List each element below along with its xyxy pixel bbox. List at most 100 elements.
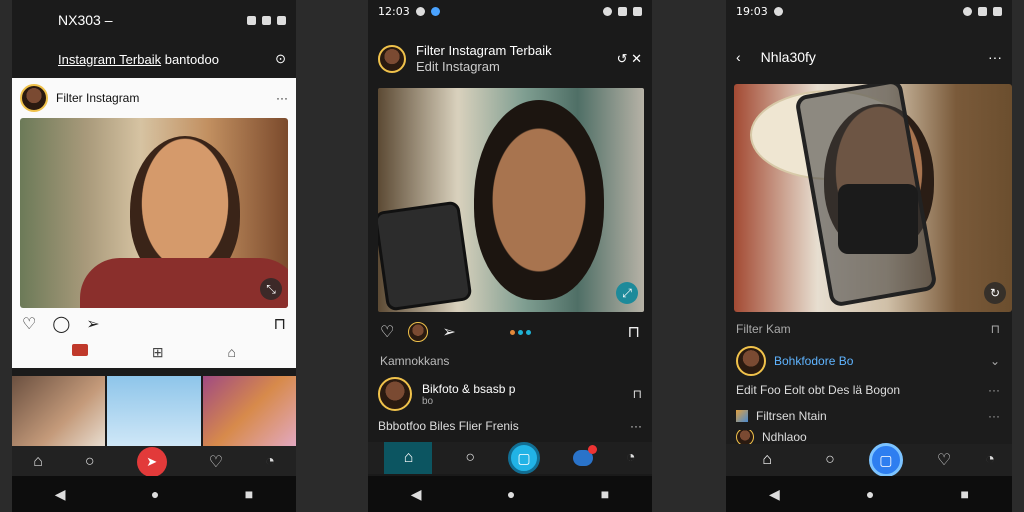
thumbnail-grid — [12, 376, 296, 446]
system-nav: ◀ ● ■ — [12, 476, 296, 512]
back-icon[interactable]: ◀ — [411, 486, 422, 503]
item-text: Ndhlaoo — [762, 430, 807, 444]
create-button[interactable]: ▢ — [507, 442, 540, 474]
avatar[interactable] — [736, 430, 754, 444]
list-item[interactable]: Filtrsen Ntain ··· — [736, 408, 1000, 424]
heart-icon[interactable]: ♡ — [380, 322, 394, 342]
create-button[interactable]: ➤ — [136, 447, 167, 477]
bookmark-icon[interactable]: ⊓ — [633, 387, 642, 401]
item-name[interactable]: Bohkfodore Bo — [774, 354, 853, 368]
search-icon[interactable]: ○ — [85, 453, 95, 471]
profile-tabs: ⊞ ⌂ — [72, 344, 236, 361]
avatar[interactable] — [736, 346, 766, 376]
phone-screen-1: NX303 – Instagram Terbaik bantodoo ⊙ Fil… — [12, 0, 296, 512]
status-time: 12:03 — [378, 4, 410, 18]
post-actions: ♡ ◯ ➢ ⊓ — [22, 314, 286, 334]
bookmark-icon[interactable]: ⊓ — [628, 322, 640, 342]
app-header: Instagram Terbaik bantodoo ⊙ — [12, 40, 296, 78]
post-header: Filter Instagram ··· — [12, 78, 296, 118]
profile-icon[interactable]: ◔ — [265, 453, 275, 471]
back-arrow-icon[interactable]: ‹ — [736, 49, 741, 65]
thumbnail-icon — [736, 410, 748, 422]
post-photo[interactable]: ⤢ — [378, 88, 644, 312]
recents-icon[interactable]: ■ — [960, 486, 968, 502]
search-icon[interactable]: ○ — [465, 449, 475, 467]
bookmark-icon[interactable]: ⊓ — [991, 322, 1000, 336]
home-icon[interactable]: ⌂ — [33, 453, 43, 471]
expand-icon[interactable]: ⤡ — [260, 278, 282, 300]
home-button-icon[interactable]: ● — [507, 486, 515, 502]
avatar[interactable] — [378, 45, 406, 73]
post-photo[interactable]: ⤡ — [20, 118, 288, 308]
status-bar: 19:03 — [726, 0, 1012, 22]
header-title: Filter Instagram Terbaik — [416, 43, 552, 58]
thumbnail[interactable] — [107, 376, 201, 446]
list-item[interactable]: Edit Foo Eolt obt Des lä Bogon ··· — [736, 382, 1000, 398]
phone-screen-2: 12:03 Filter Instagram Terbaik Edit Inst… — [368, 0, 652, 512]
shirt-image — [80, 258, 288, 308]
notification-icon — [773, 6, 783, 16]
more-options-icon[interactable]: ··· — [988, 409, 1000, 423]
search-icon[interactable]: ○ — [825, 451, 835, 469]
tab-tagged-icon[interactable]: ⌂ — [228, 344, 236, 361]
home-button-icon[interactable]: ● — [866, 486, 874, 502]
item-text: Filtrsen Ntain — [756, 409, 827, 423]
back-icon[interactable]: ◀ — [769, 486, 780, 503]
status-title: NX303 – — [58, 12, 113, 28]
more-options-icon[interactable]: ··· — [276, 91, 288, 105]
status-bar: 12:03 — [368, 0, 652, 22]
more-options-icon[interactable]: ··· — [988, 49, 1002, 65]
post-username[interactable]: Filter Instagram — [56, 91, 139, 105]
share-icon[interactable]: ➢ — [86, 314, 99, 334]
chat-icon[interactable]: ♡ — [937, 450, 951, 470]
thumbnail[interactable] — [12, 376, 106, 446]
header-title: Instagram Terbaik — [58, 51, 162, 67]
notification-icon — [430, 6, 440, 16]
system-nav: ◀ ● ■ — [726, 476, 1012, 512]
toolbar-icons[interactable]: ↺ ✕ — [617, 51, 642, 67]
recents-icon[interactable]: ■ — [601, 486, 609, 502]
bookmark-icon[interactable]: ⊓ — [274, 314, 286, 334]
more-options-icon[interactable]: ··· — [988, 383, 1000, 397]
avatar-small[interactable] — [408, 322, 429, 342]
profile-icon[interactable]: ◔ — [985, 451, 995, 469]
activity-icon[interactable] — [572, 445, 597, 466]
settings-icon[interactable]: ⊙ — [275, 51, 286, 67]
face-image — [474, 100, 604, 300]
avatar[interactable] — [378, 377, 412, 411]
heart-icon[interactable]: ♡ — [209, 452, 223, 472]
app-header: Filter Instagram Terbaik Edit Instagram … — [378, 36, 642, 82]
share-icon[interactable]: ➢ — [442, 322, 455, 342]
home-icon[interactable]: ⌂ — [743, 444, 791, 476]
carousel-dots — [509, 329, 531, 335]
list-item[interactable]: Bikfoto & bsasb p bo ⊓ — [378, 374, 642, 414]
avatar[interactable] — [20, 84, 48, 112]
more-options-icon[interactable]: ··· — [630, 419, 642, 433]
bottom-nav: ⌂ ○ ▢ ♡ ◔ — [726, 443, 1012, 477]
camera-image — [838, 184, 918, 254]
recents-icon[interactable]: ■ — [245, 486, 253, 502]
battery-icon — [618, 6, 627, 16]
chevron-down-icon[interactable]: ⌄ — [990, 354, 1000, 368]
thumbnail[interactable] — [202, 376, 296, 446]
list-item[interactable]: Ndhlaoo — [736, 430, 1000, 444]
post-card: Filter Instagram ··· ⤡ ♡ ◯ ➢ ⊓ ⊞ ⌂ — [12, 78, 296, 368]
tab-grid-icon[interactable] — [72, 344, 88, 356]
notification-icon — [415, 6, 425, 16]
list-item[interactable]: Bbbotfoo Biles Flier Frenis ··· — [378, 418, 642, 434]
status-time: 19:03 — [736, 4, 768, 18]
profile-icon[interactable]: ◔ — [626, 449, 636, 467]
comment-icon[interactable]: ◯ — [52, 314, 70, 334]
back-icon[interactable]: ◀ — [55, 486, 66, 503]
home-button-icon[interactable]: ● — [151, 486, 159, 502]
item-title: Bikfoto & bsasb p — [422, 381, 516, 396]
tab-add-icon[interactable]: ⊞ — [152, 344, 164, 361]
rotate-icon[interactable]: ↻ — [984, 282, 1006, 304]
create-button[interactable]: ▢ — [868, 443, 903, 477]
list-item[interactable]: Bohkfodore Bo ⌄ — [736, 344, 1000, 378]
heart-icon[interactable]: ♡ — [22, 314, 36, 334]
system-nav: ◀ ● ■ — [368, 476, 652, 512]
home-icon[interactable]: ⌂ — [384, 442, 433, 474]
post-photo[interactable]: ↻ — [734, 84, 1012, 312]
expand-icon[interactable]: ⤢ — [616, 282, 638, 304]
